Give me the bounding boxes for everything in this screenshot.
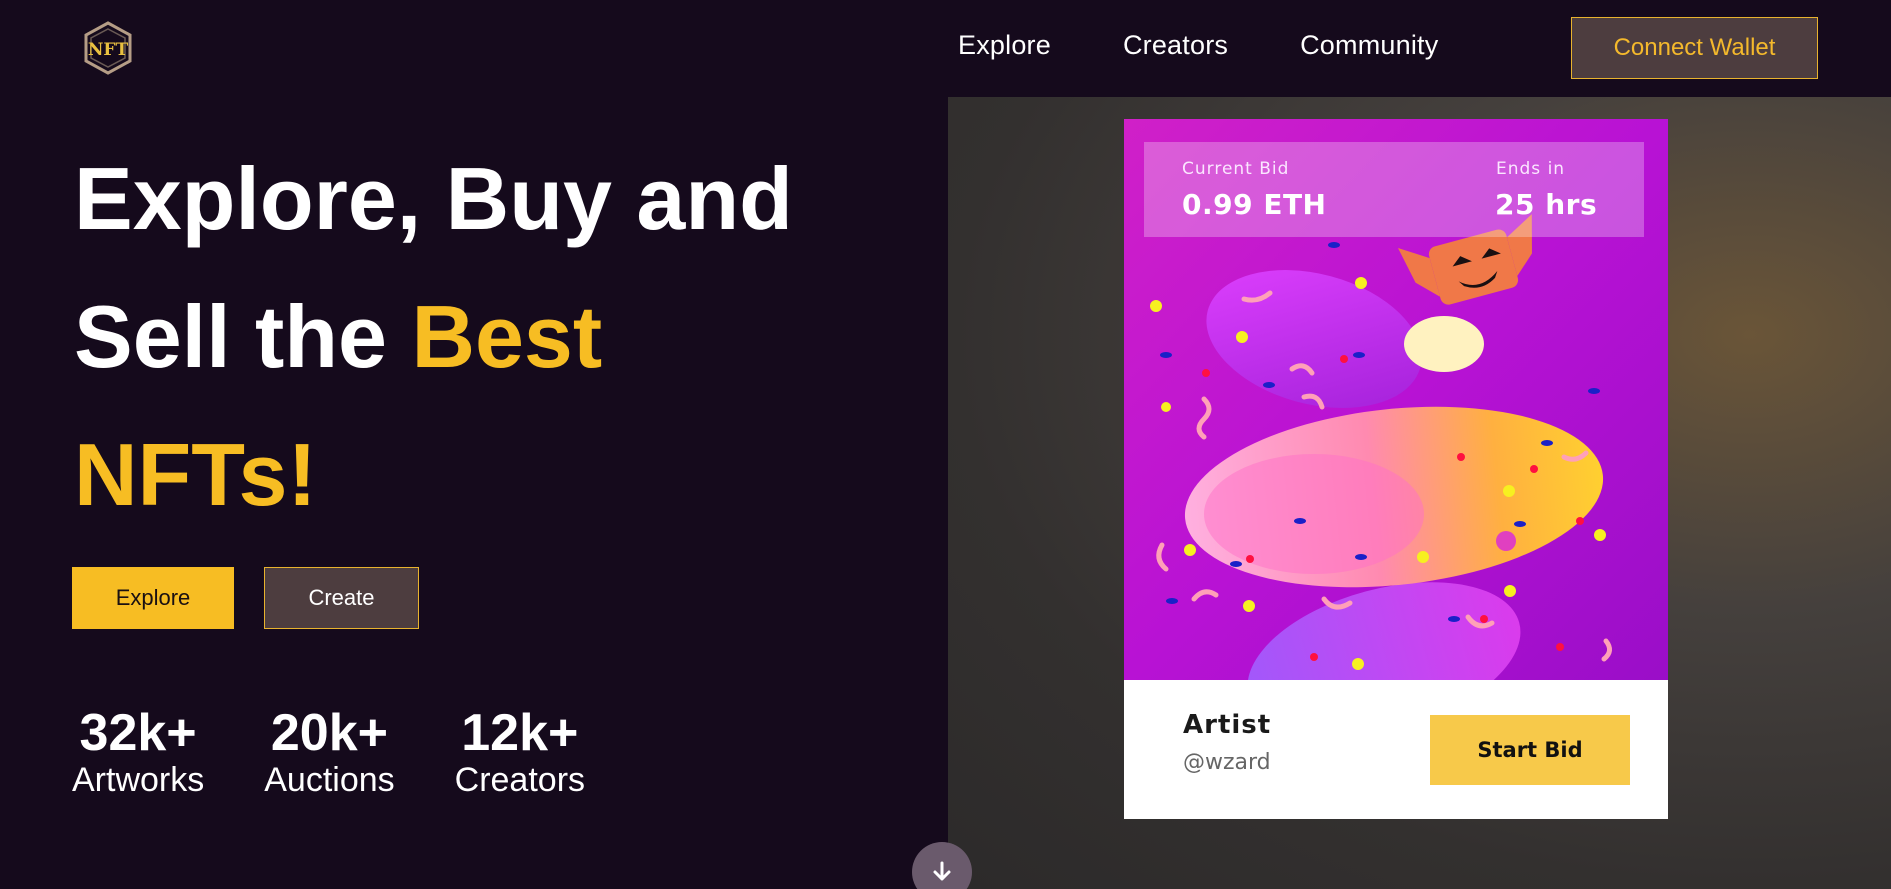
stat-value: 12k+ <box>461 704 579 762</box>
artist-handle[interactable]: @wzard <box>1183 750 1271 775</box>
stats-row: 32k+ Artworks 20k+ Auctions 12k+ Creator… <box>72 703 585 801</box>
nav-creators[interactable]: Creators <box>1123 30 1228 61</box>
nft-logo-icon[interactable]: NFT <box>82 20 134 76</box>
hero-line-2-plain: Sell the <box>74 287 412 386</box>
arrow-down-icon <box>933 861 951 881</box>
hero-title: Explore, Buy and Sell the Best NFTs! <box>74 130 834 544</box>
logo-text: NFT <box>88 40 129 60</box>
stat-label: Creators <box>454 761 586 799</box>
stat-label: Auctions <box>264 761 395 799</box>
main-nav: Explore Creators Community <box>958 30 1438 61</box>
hero-line-1: Explore, Buy and <box>74 149 793 248</box>
stat-creators: 12k+ Creators <box>455 703 585 801</box>
stat-value: 20k+ <box>270 704 388 762</box>
current-bid-value: 0.99 ETH <box>1182 188 1327 221</box>
start-bid-button[interactable]: Start Bid <box>1430 715 1630 785</box>
stat-value: 32k+ <box>79 704 197 762</box>
connect-wallet-button[interactable]: Connect Wallet <box>1571 17 1818 79</box>
artist-label: Artist <box>1183 710 1272 740</box>
ends-in-value: 25 hrs <box>1495 188 1598 221</box>
current-bid-label: Current Bid <box>1182 159 1290 179</box>
hero-line-3-accent: NFTs! <box>74 425 317 524</box>
explore-button[interactable]: Explore <box>72 567 234 629</box>
hero-line-2-accent: Best <box>411 287 603 386</box>
create-button[interactable]: Create <box>264 567 419 629</box>
ends-in-label: Ends in <box>1496 159 1566 179</box>
stat-artworks: 32k+ Artworks <box>72 703 204 801</box>
nav-community[interactable]: Community <box>1300 30 1438 61</box>
stat-label: Artworks <box>72 761 205 799</box>
nft-card[interactable]: Current Bid 0.99 ETH Ends in 25 hrs Arti… <box>1124 119 1668 819</box>
nft-artwork-image[interactable]: Current Bid 0.99 ETH Ends in 25 hrs <box>1124 119 1668 680</box>
bid-info-panel: Current Bid 0.99 ETH Ends in 25 hrs <box>1144 142 1644 237</box>
nav-explore[interactable]: Explore <box>958 30 1051 61</box>
stat-auctions: 20k+ Auctions <box>264 703 394 801</box>
